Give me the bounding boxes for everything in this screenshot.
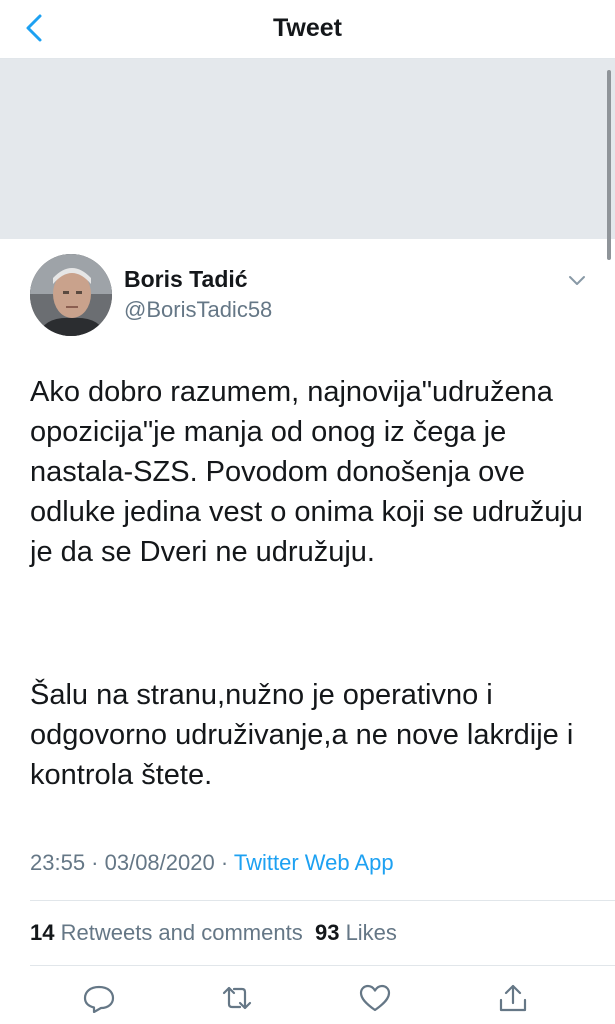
like-icon[interactable]	[358, 983, 392, 1013]
retweets-stat[interactable]: 14 Retweets and comments	[30, 920, 303, 945]
tweet-meta: 23:55 · 03/08/2020 · Twitter Web App	[30, 850, 394, 876]
author-handle[interactable]: @BorisTadic58	[124, 297, 272, 323]
tweet-stats: 14 Retweets and comments 93 Likes	[30, 920, 397, 946]
top-nav-bar: Tweet	[0, 0, 615, 59]
divider	[30, 900, 615, 901]
likes-label: Likes	[345, 920, 397, 945]
chevron-down-icon[interactable]	[565, 270, 589, 290]
tweet-source-link[interactable]: Twitter Web App	[234, 850, 394, 875]
tweet-timestamp: 23:55 · 03/08/2020 ·	[30, 850, 229, 875]
header-banner	[0, 59, 615, 239]
avatar[interactable]	[30, 254, 112, 336]
avatar-image	[30, 254, 112, 336]
tweet-text-paragraph: Šalu na stranu,nužno je operativno i odg…	[30, 679, 574, 791]
author-name[interactable]: Boris Tadić	[124, 266, 248, 293]
page-title: Tweet	[273, 14, 342, 42]
share-icon[interactable]	[496, 983, 530, 1013]
retweets-label: Retweets and comments	[60, 920, 303, 945]
likes-count: 93	[314, 920, 340, 945]
divider	[30, 965, 615, 966]
scrollbar[interactable]	[607, 70, 611, 260]
retweets-count: 14	[30, 920, 55, 945]
likes-stat[interactable]: 93 Likes	[315, 920, 397, 945]
retweet-icon[interactable]	[220, 983, 254, 1013]
tweet-text-paragraph: Ako dobro razumem, najnovija"udružena op…	[30, 376, 583, 568]
reply-icon[interactable]	[82, 983, 116, 1013]
